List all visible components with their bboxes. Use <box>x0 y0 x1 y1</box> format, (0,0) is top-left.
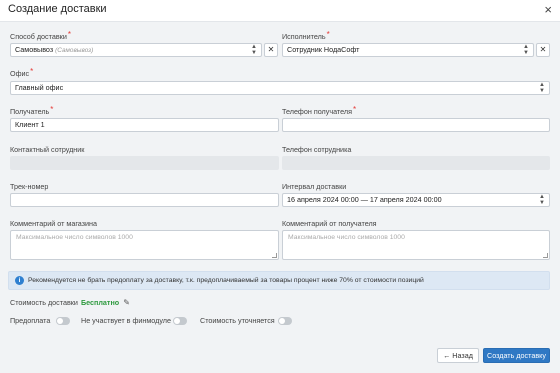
executor-label: Исполнитель* <box>282 30 330 41</box>
tracking-label: Трек-номер <box>10 182 49 191</box>
info-banner: i Рекомендуется не брать предоплату за д… <box>8 271 550 290</box>
required-marker: * <box>30 67 34 76</box>
info-icon: i <box>15 276 24 285</box>
recipient-label: Получатель* <box>10 105 54 116</box>
arrow-left-icon: ← <box>443 351 451 360</box>
cost-clarify-toggle[interactable] <box>278 317 292 325</box>
info-text: Рекомендуется не брать предоплату за дос… <box>28 277 424 284</box>
required-marker: * <box>67 30 71 39</box>
prepayment-toggle[interactable] <box>56 317 70 325</box>
delivery-cost: Стоимость доставки Бесплатно ✎ <box>10 298 130 307</box>
finmodule-label: Не участвует в финмодуле <box>81 316 171 325</box>
dialog-header: Создание доставки × <box>0 0 560 22</box>
select-arrows-icon: ▲ ▼ <box>539 194 545 206</box>
required-marker: * <box>50 105 54 114</box>
recipient-input[interactable]: Клиент 1 <box>10 118 279 132</box>
shop-comment-textarea[interactable]: Максимальное число символов 1000 <box>10 230 279 260</box>
office-select[interactable]: Главный офис ▲ ▼ <box>10 81 550 95</box>
interval-select[interactable]: 16 апреля 2024 00:00 — 17 апреля 2024 00… <box>282 193 550 207</box>
select-arrows-icon: ▲ ▼ <box>539 82 545 94</box>
resize-handle-icon[interactable] <box>543 253 548 258</box>
shop-comment-label: Комментарий от магазина <box>10 219 97 228</box>
prepayment-label: Предоплата <box>10 316 51 325</box>
select-arrows-icon: ▲ ▼ <box>523 44 529 56</box>
recipient-comment-label: Комментарий от получателя <box>282 219 377 228</box>
recipient-phone-label: Телефон получателя* <box>282 105 357 116</box>
clear-executor-button[interactable]: ✕ <box>536 43 550 57</box>
required-marker: * <box>326 30 330 39</box>
required-marker: * <box>352 105 357 114</box>
employee-phone-field <box>282 156 550 170</box>
back-button-label: Назад <box>452 351 473 360</box>
office-label: Офис* <box>10 67 34 78</box>
recipient-comment-textarea[interactable]: Максимальное число символов 1000 <box>282 230 550 260</box>
cost-value: Бесплатно <box>80 298 120 307</box>
create-delivery-button[interactable]: Создать доставку <box>483 348 550 363</box>
cost-clarify-label: Стоимость уточняется <box>200 316 275 325</box>
recipient-phone-input[interactable] <box>282 118 550 132</box>
delivery-method-select[interactable]: Самовывоз (Самовывоз) ▲ ▼ <box>10 43 262 57</box>
close-icon[interactable]: × <box>544 2 552 18</box>
select-arrows-icon: ▲ ▼ <box>251 44 257 56</box>
finmodule-toggle[interactable] <box>173 317 187 325</box>
delivery-method-label: Способ доставки* <box>10 30 71 41</box>
tracking-input[interactable] <box>10 193 279 207</box>
resize-handle-icon[interactable] <box>272 253 277 258</box>
dialog-title: Создание доставки <box>8 3 107 15</box>
interval-label: Интервал доставки <box>282 182 347 191</box>
back-button[interactable]: ← Назад <box>437 348 479 363</box>
clear-delivery-method-button[interactable]: ✕ <box>264 43 278 57</box>
pencil-icon[interactable]: ✎ <box>123 298 130 307</box>
cost-label: Стоимость доставки <box>10 298 78 307</box>
contact-employee-field <box>10 156 279 170</box>
executor-select[interactable]: Сотрудник НодаСофт ▲ ▼ <box>282 43 534 57</box>
employee-phone-label: Телефон сотрудника <box>282 145 352 154</box>
contact-employee-label: Контактный сотрудник <box>10 145 85 154</box>
